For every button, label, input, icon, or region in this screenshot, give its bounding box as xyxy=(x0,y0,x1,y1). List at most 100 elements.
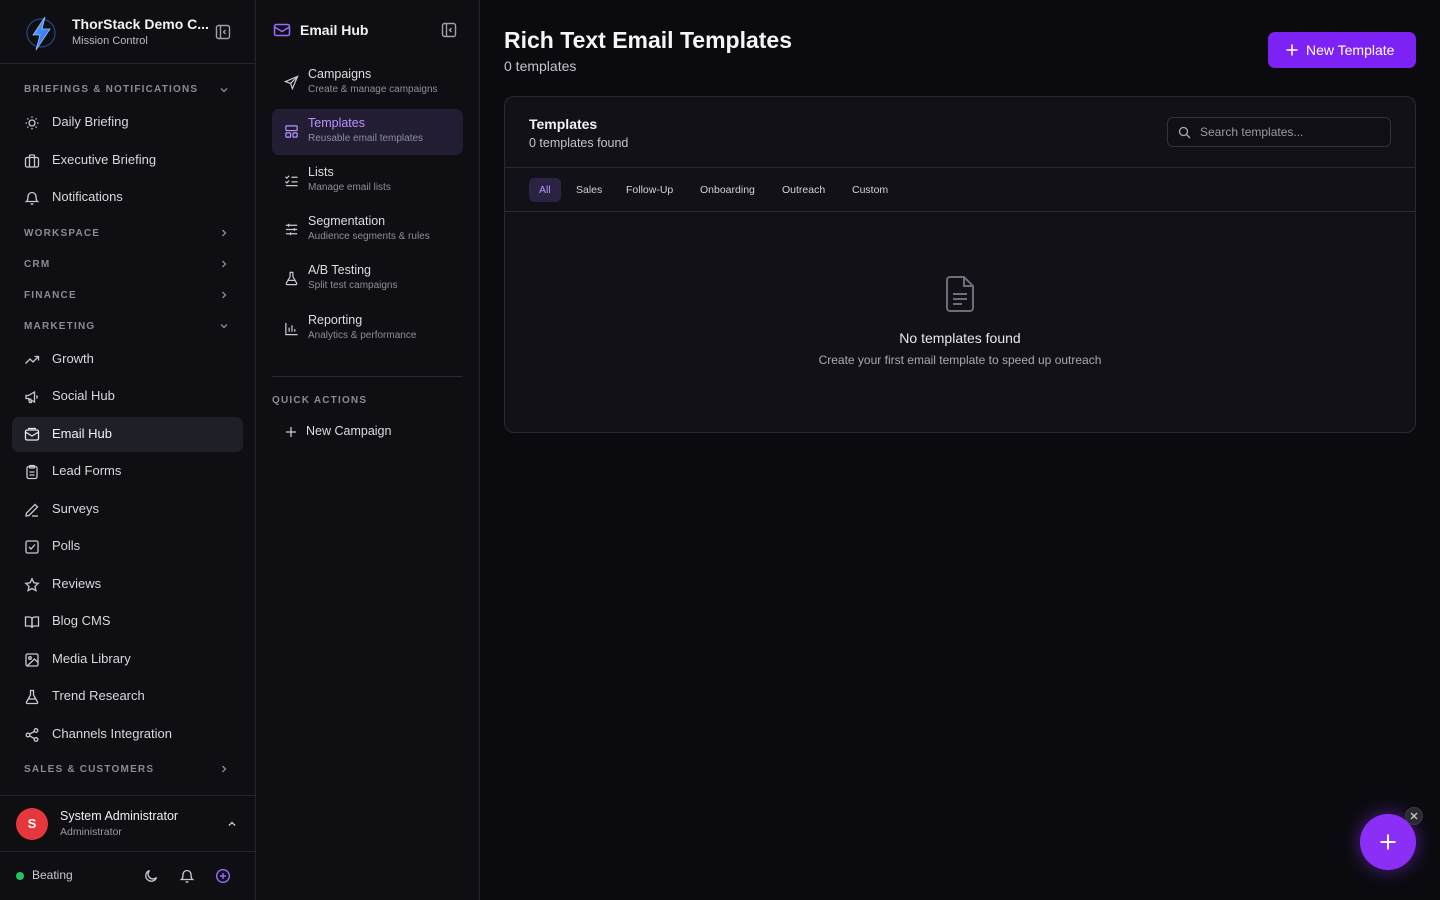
section-briefings[interactable]: BRIEFINGS & NOTIFICATIONS xyxy=(24,84,198,95)
sidebar-item-label: Media Library xyxy=(52,651,131,666)
subnav-item-label: Templates xyxy=(308,116,365,130)
search-box[interactable] xyxy=(1167,117,1391,147)
brand-header[interactable]: ThorStack Demo C... Mission Control xyxy=(0,0,255,64)
user-menu[interactable]: S System Administrator Administrator xyxy=(0,795,255,852)
subnav-item-campaigns[interactable]: Campaigns Create & manage campaigns xyxy=(272,60,463,106)
chevron-right-icon[interactable] xyxy=(218,258,230,270)
moon-icon[interactable] xyxy=(143,868,159,884)
chevron-down-icon[interactable] xyxy=(218,84,230,96)
layout-template-icon xyxy=(285,125,298,138)
bell-icon xyxy=(24,191,40,205)
sidebar-item-label: Email Hub xyxy=(52,426,112,441)
bell-icon[interactable] xyxy=(179,868,195,884)
sidebar-item-trend-research[interactable]: Trend Research xyxy=(12,679,243,714)
user-name: System Administrator xyxy=(60,809,179,823)
subnav-item-templates[interactable]: Templates Reusable email templates xyxy=(272,109,463,155)
main-content: Rich Text Email Templates 0 templates Ne… xyxy=(480,0,1440,900)
new-template-button[interactable]: New Template xyxy=(1268,32,1416,68)
sidebar-item-label: Lead Forms xyxy=(52,463,122,478)
sidebar-item-label: Surveys xyxy=(52,501,99,516)
fab-dismiss-button[interactable] xyxy=(1405,807,1423,825)
subnav-item-label: A/B Testing xyxy=(308,263,372,277)
sidebar-item-blog-cms[interactable]: Blog CMS xyxy=(12,604,243,639)
sidebar-item-label: Blog CMS xyxy=(52,613,111,628)
mail-icon xyxy=(273,23,291,37)
chevron-right-icon[interactable] xyxy=(218,289,230,301)
sun-icon xyxy=(25,116,39,130)
subnav-item-segmentation[interactable]: Segmentation Audience segments & rules xyxy=(272,207,463,253)
empty-state-title: No templates found xyxy=(899,330,1021,346)
subnav-item-lists[interactable]: Lists Manage email lists xyxy=(272,158,463,204)
sidebar-item-label: Reviews xyxy=(52,576,102,591)
sidebar-collapse-icon[interactable] xyxy=(215,24,231,40)
section-sales-customers[interactable]: SALES & CUSTOMERS xyxy=(24,764,154,775)
star-icon xyxy=(24,577,40,592)
chevron-down-icon[interactable] xyxy=(218,320,230,332)
book-open-icon xyxy=(24,616,40,629)
section-workspace[interactable]: WORKSPACE xyxy=(24,228,100,239)
subnav-item-desc: Split test campaigns xyxy=(308,280,398,291)
subnav-item-reporting[interactable]: Reporting Analytics & performance xyxy=(272,306,463,352)
sidebar-item-label: Daily Briefing xyxy=(52,114,129,129)
quick-actions-title: QUICK ACTIONS xyxy=(272,395,368,406)
subnav-title: Email Hub xyxy=(300,22,369,38)
flask-icon xyxy=(25,689,39,705)
chevron-right-icon[interactable] xyxy=(218,227,230,239)
plus-circle-icon[interactable] xyxy=(215,868,231,884)
subnav-item-label: Reporting xyxy=(308,313,363,327)
templates-card: Templates 0 templates found All Sales Fo… xyxy=(504,96,1416,433)
share-icon xyxy=(25,728,39,742)
image-icon xyxy=(25,653,39,667)
sidebar-item-growth[interactable]: Growth xyxy=(12,342,243,377)
sidebar-item-email-hub[interactable]: Email Hub xyxy=(12,417,243,452)
sidebar-item-surveys[interactable]: Surveys xyxy=(12,492,243,527)
sidebar-item-notifications[interactable]: Notifications xyxy=(12,180,243,215)
sidebar-item-channels-integration[interactable]: Channels Integration xyxy=(12,717,243,752)
new-campaign-button[interactable]: New Campaign xyxy=(272,418,463,446)
sidebar-item-reviews[interactable]: Reviews xyxy=(12,567,243,602)
section-finance[interactable]: FINANCE xyxy=(24,290,77,301)
status-text: Beating xyxy=(32,868,73,882)
subnav-item-desc: Analytics & performance xyxy=(308,330,417,341)
sidebar-item-label: Executive Briefing xyxy=(52,152,157,167)
status-indicator xyxy=(16,872,24,880)
sidebar-item-daily-briefing[interactable]: Daily Briefing xyxy=(12,105,243,140)
section-marketing[interactable]: MARKETING xyxy=(24,321,95,332)
sidebar-item-label: Polls xyxy=(52,538,81,553)
list-checks-icon xyxy=(284,175,298,187)
plus-icon xyxy=(1286,44,1298,56)
briefcase-icon xyxy=(24,154,40,168)
clipboard-icon xyxy=(26,464,38,480)
search-input[interactable] xyxy=(1200,118,1385,146)
sidebar-item-label: Trend Research xyxy=(52,688,145,703)
send-icon xyxy=(284,75,299,90)
subnav-item-desc: Audience segments & rules xyxy=(308,231,430,242)
sidebar-item-media-library[interactable]: Media Library xyxy=(12,642,243,677)
lightning-logo-icon xyxy=(26,16,56,51)
card-title: Templates xyxy=(529,116,598,132)
sidebar-item-executive-briefing[interactable]: Executive Briefing xyxy=(12,143,243,178)
sidebar-item-lead-forms[interactable]: Lead Forms xyxy=(12,454,243,489)
subnav-item-ab-testing[interactable]: A/B Testing Split test campaigns xyxy=(272,256,463,302)
brand-subtitle: Mission Control xyxy=(72,35,148,47)
sidebar-item-polls[interactable]: Polls xyxy=(12,529,243,564)
tab-custom[interactable]: Custom xyxy=(842,178,898,202)
divider xyxy=(272,376,463,377)
tab-all[interactable]: All xyxy=(529,178,561,202)
tab-outreach[interactable]: Outreach xyxy=(772,178,835,202)
tab-onboarding[interactable]: Onboarding xyxy=(690,178,765,202)
sidebar-item-social-hub[interactable]: Social Hub xyxy=(12,379,243,414)
panel-collapse-icon[interactable] xyxy=(441,22,457,38)
section-crm[interactable]: CRM xyxy=(24,259,50,270)
tab-sales[interactable]: Sales xyxy=(566,178,612,202)
brand-name: ThorStack Demo C... xyxy=(72,16,209,32)
plus-icon xyxy=(1380,834,1396,850)
close-icon xyxy=(1410,812,1418,820)
chevron-right-icon[interactable] xyxy=(218,763,230,775)
category-tabs: All Sales Follow-Up Onboarding Outreach … xyxy=(505,169,1415,212)
tab-follow-up[interactable]: Follow-Up xyxy=(616,178,683,202)
email-hub-subnav: Email Hub Campaigns Create & manage camp… xyxy=(256,0,480,900)
new-template-label: New Template xyxy=(1306,42,1395,58)
megaphone-icon xyxy=(25,390,38,404)
empty-state-subtitle: Create your first email template to spee… xyxy=(818,353,1102,367)
